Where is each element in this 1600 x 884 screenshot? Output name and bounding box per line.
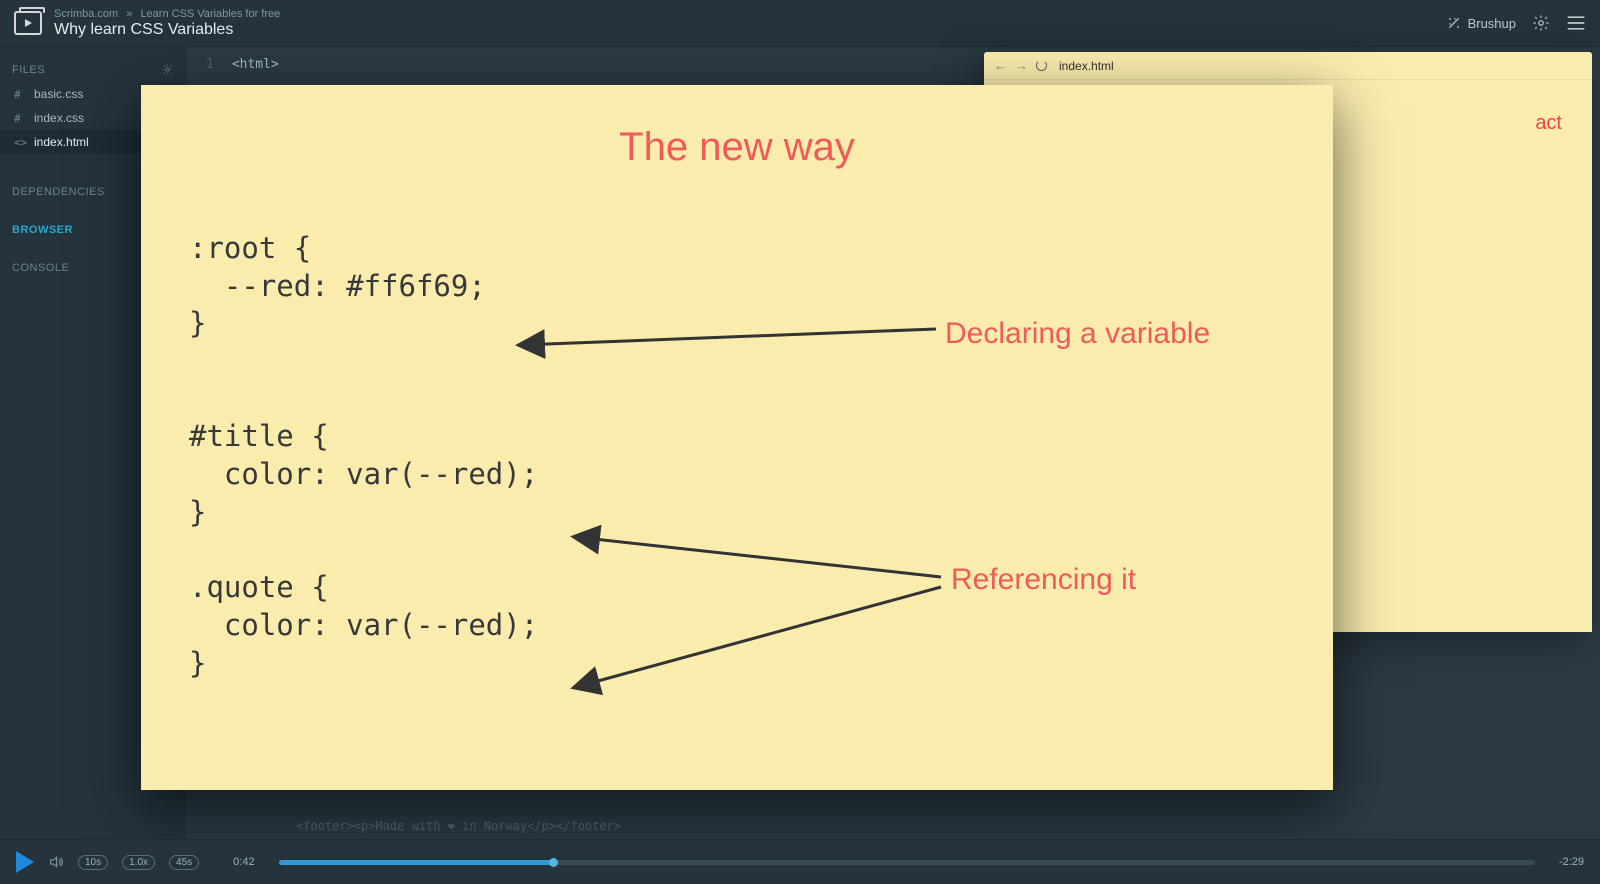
files-label: FILES	[12, 64, 45, 76]
slide-code: :root { --red: #ff6f69; } #title { color…	[189, 230, 1285, 682]
breadcrumb: Scrimba.com » Learn CSS Variables for fr…	[54, 8, 280, 39]
preview-filename: index.html	[1059, 59, 1114, 73]
top-bar: Scrimba.com » Learn CSS Variables for fr…	[0, 0, 1600, 47]
menu-icon[interactable]	[1566, 15, 1586, 31]
line-number: 1	[206, 57, 214, 72]
progress-fill	[279, 860, 555, 865]
time-remaining: -2:29	[1559, 856, 1584, 868]
annotation-declaring: Declaring a variable	[945, 317, 1210, 351]
code-icon: <>	[14, 136, 26, 149]
file-name: basic.css	[34, 87, 83, 101]
files-gear-icon[interactable]	[161, 63, 174, 76]
playback-bar: 10s 1.0x 45s 0:42 -2:29	[0, 839, 1600, 884]
gear-icon[interactable]	[1532, 14, 1550, 32]
brushup-button[interactable]: Brushup	[1446, 15, 1516, 31]
code-line-footer: <footer><p>Made with ❤ in Norway</p></fo…	[296, 819, 621, 833]
reload-icon[interactable]	[1036, 60, 1047, 71]
annotation-referencing: Referencing it	[951, 563, 1136, 597]
slide-title: The new way	[189, 125, 1285, 170]
page-title: Why learn CSS Variables	[54, 21, 280, 39]
logo-icon[interactable]	[14, 11, 42, 35]
time-current: 0:42	[233, 856, 254, 868]
breadcrumb-course[interactable]: Learn CSS Variables for free	[140, 8, 280, 20]
files-header: FILES	[0, 57, 186, 82]
skip-forward-button[interactable]: 45s	[169, 855, 199, 870]
volume-icon[interactable]	[48, 854, 64, 870]
forward-icon[interactable]: →	[1015, 58, 1028, 73]
preview-toolbar: ← → index.html	[984, 52, 1592, 80]
wand-icon	[1446, 15, 1462, 31]
play-button[interactable]	[16, 851, 34, 873]
code-line-top: 1 <html>	[206, 57, 279, 72]
speed-button[interactable]: 1.0x	[122, 855, 155, 870]
progress-bar[interactable]	[279, 860, 1535, 865]
file-name: index.html	[34, 135, 89, 149]
slide: The new way :root { --red: #ff6f69; } #t…	[141, 85, 1333, 790]
breadcrumb-separator: »	[126, 8, 132, 20]
preview-nav-fragment: act	[1535, 112, 1562, 135]
code-text: <html>	[232, 57, 279, 72]
back-icon[interactable]: ←	[994, 58, 1007, 73]
skip-back-button[interactable]: 10s	[78, 855, 108, 870]
hash-icon: #	[14, 112, 26, 125]
breadcrumb-site[interactable]: Scrimba.com	[54, 8, 118, 20]
file-name: index.css	[34, 111, 84, 125]
editor-stage: 1 <html> <footer><p>Made with ❤ in Norway…	[186, 47, 1600, 839]
brushup-label: Brushup	[1468, 16, 1516, 31]
hash-icon: #	[14, 88, 26, 101]
